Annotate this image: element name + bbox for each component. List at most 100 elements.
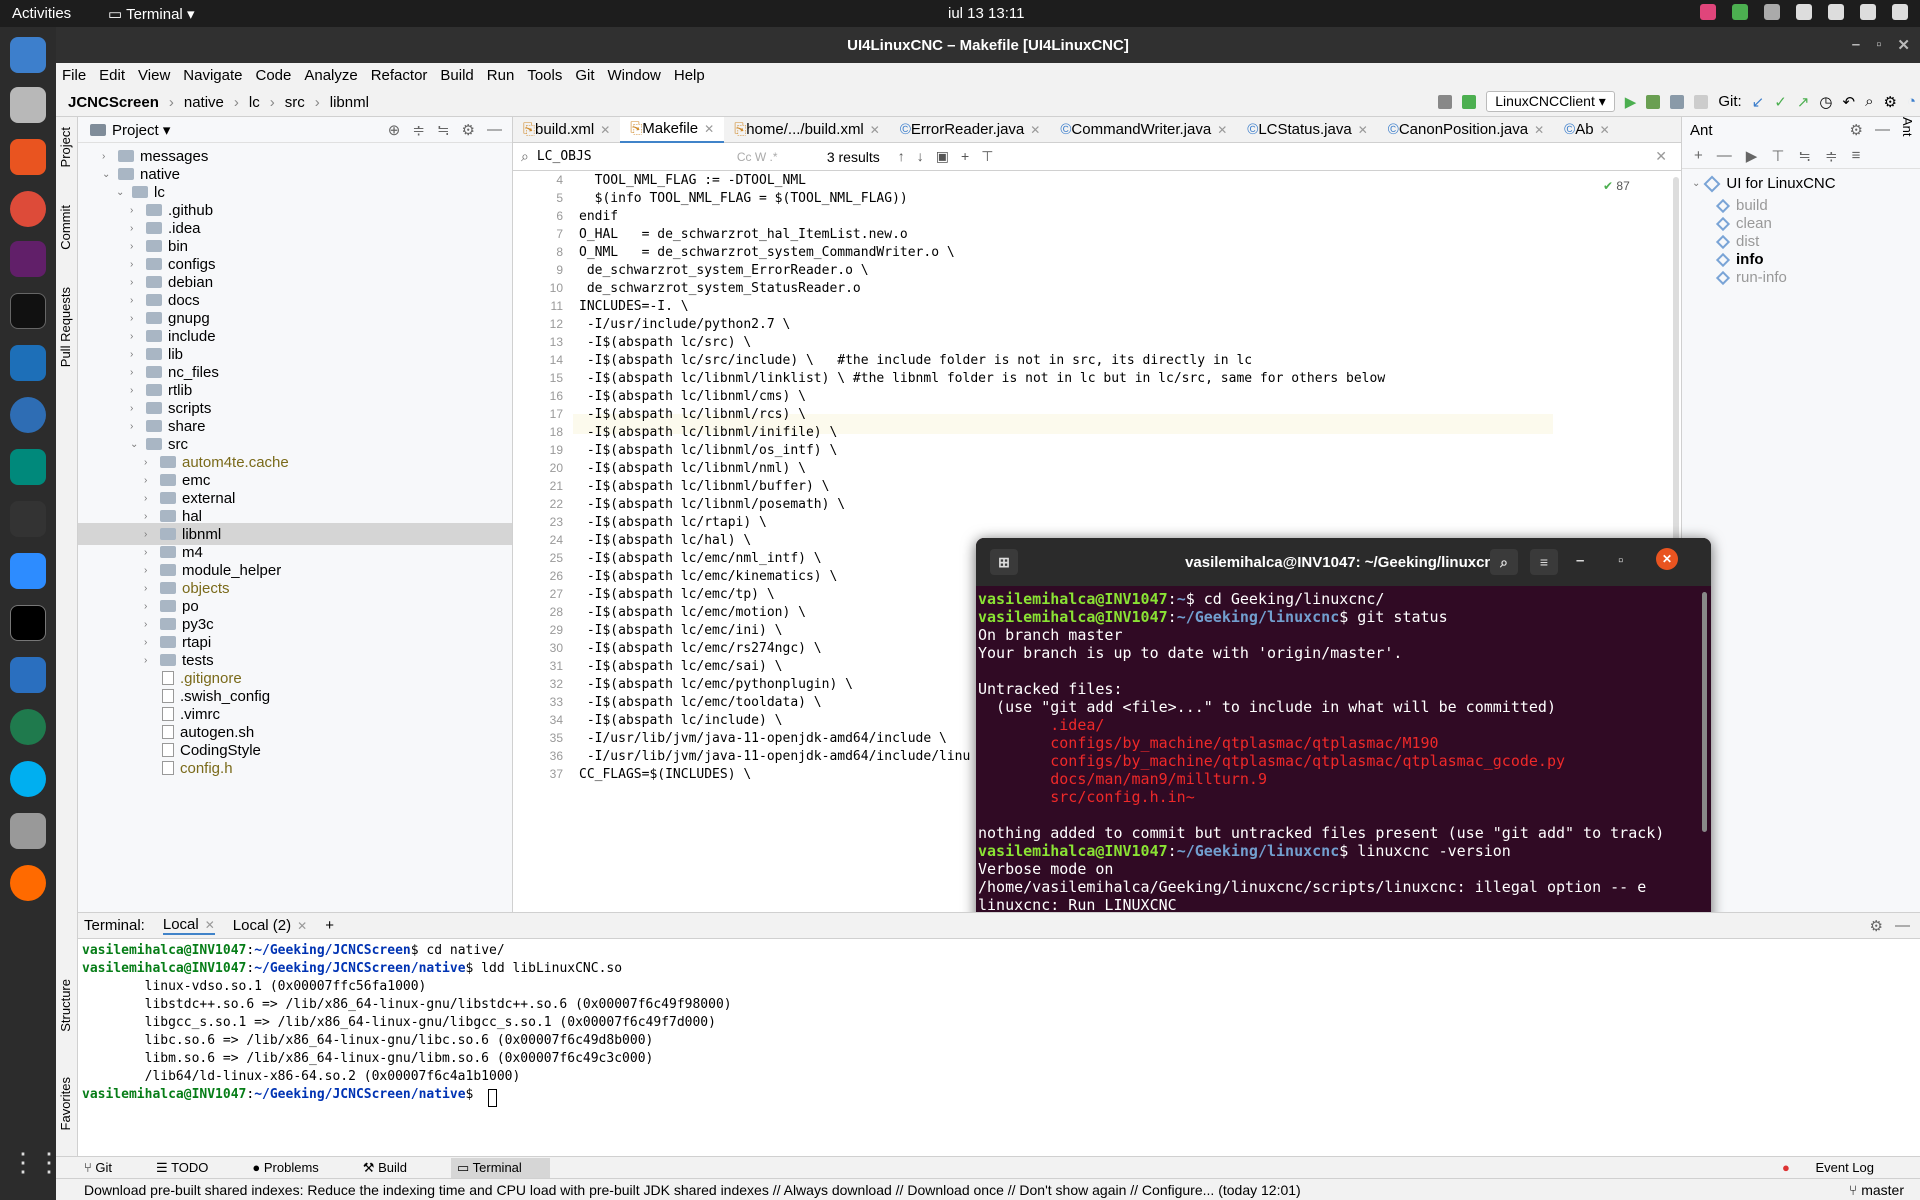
chevron-right-icon[interactable]: › xyxy=(130,313,142,324)
build-hammer-icon[interactable] xyxy=(1462,94,1477,109)
close-search-icon[interactable]: ✕ xyxy=(1655,148,1667,165)
remote-icon[interactable] xyxy=(10,397,46,433)
close-tab-icon[interactable]: ✕ xyxy=(1358,123,1368,137)
chevron-right-icon[interactable]: › xyxy=(130,277,142,288)
ant-target[interactable]: info xyxy=(1715,251,1764,268)
terminal-tab[interactable]: Local ✕ xyxy=(162,916,215,935)
stop-icon[interactable] xyxy=(1694,94,1709,109)
collapse-all-icon[interactable]: ≑ xyxy=(1825,147,1838,165)
close-tab-icon[interactable]: ✕ xyxy=(205,918,215,932)
tray-app-icon[interactable] xyxy=(1764,4,1780,20)
power-icon[interactable] xyxy=(1892,4,1908,20)
chevron-down-icon[interactable]: ⌄ xyxy=(102,169,114,180)
remove-icon[interactable]: — xyxy=(1717,147,1732,164)
close-tab-icon[interactable]: ✕ xyxy=(870,123,880,137)
chevron-right-icon[interactable]: › xyxy=(144,547,156,558)
locate-icon[interactable]: ⊕ xyxy=(388,121,401,139)
ant-target[interactable]: build xyxy=(1715,197,1768,214)
run-icon[interactable]: ▶ xyxy=(1746,147,1758,165)
git-tool-button[interactable]: ⑂ Git xyxy=(84,1160,134,1175)
chevron-right-icon[interactable]: › xyxy=(144,601,156,612)
text-editor-icon[interactable] xyxy=(10,657,46,693)
menu-help[interactable]: Help xyxy=(674,67,705,84)
chevron-right-icon[interactable]: › xyxy=(130,241,142,252)
build-tool-button[interactable]: ⚒ Build xyxy=(363,1160,429,1176)
expand-all-icon[interactable]: ≒ xyxy=(1798,147,1811,165)
minimize-button[interactable]: – xyxy=(1576,552,1584,569)
search-options[interactable]: Cc W .* xyxy=(737,150,827,164)
git-commit-icon[interactable]: ✓ xyxy=(1774,93,1787,111)
todo-tool-button[interactable]: ☰ TODO xyxy=(156,1160,230,1176)
git-update-icon[interactable]: ↙ xyxy=(1752,93,1765,111)
chevron-right-icon[interactable]: › xyxy=(144,511,156,522)
project-view-select[interactable]: Project ▾ xyxy=(112,121,170,139)
maximize-button[interactable]: ▫ xyxy=(1618,552,1623,569)
hide-icon[interactable]: — xyxy=(487,121,502,139)
editor-tab[interactable]: © Ab ✕ xyxy=(1554,117,1619,143)
add-occurrence-icon[interactable]: + xyxy=(961,148,969,165)
ant-side-tab[interactable]: Ant xyxy=(1900,117,1915,137)
editor-tab[interactable]: ⎘ home/.../build.xml ✕ xyxy=(724,117,890,143)
menu-run[interactable]: Run xyxy=(487,67,515,84)
gear-icon[interactable]: ⚙ xyxy=(1850,121,1863,139)
show-apps-icon[interactable]: ⋮⋮ xyxy=(10,1147,62,1183)
app-icon[interactable] xyxy=(10,813,46,849)
filter-icon[interactable]: ⊤ xyxy=(1771,147,1784,165)
activities-button[interactable]: Activities xyxy=(12,5,71,22)
app-menu-terminal[interactable]: ▭ Terminal ▾ xyxy=(108,5,194,23)
tray-app-icon[interactable] xyxy=(1700,4,1716,20)
project-tool-tab[interactable]: Project xyxy=(58,127,73,167)
search-input[interactable]: LC_OBJS xyxy=(537,149,737,164)
slack-icon[interactable] xyxy=(10,241,46,277)
close-tab-icon[interactable]: ✕ xyxy=(297,919,307,933)
menu-code[interactable]: Code xyxy=(255,67,291,84)
terminal-tab[interactable]: Local (2) ✕ xyxy=(233,917,307,934)
editor-tab[interactable]: ⎘ build.xml ✕ xyxy=(513,117,620,143)
close-button[interactable]: ✕ xyxy=(1897,36,1910,54)
terminal-icon[interactable] xyxy=(10,293,46,329)
hamburger-menu-icon[interactable]: ≡ xyxy=(1530,549,1558,575)
chevron-right-icon[interactable]: › xyxy=(144,583,156,594)
chevron-right-icon[interactable]: › xyxy=(130,385,142,396)
history-icon[interactable]: ◷ xyxy=(1819,93,1832,111)
menu-tools[interactable]: Tools xyxy=(527,67,562,84)
chevron-right-icon[interactable]: › xyxy=(130,403,142,414)
files-icon[interactable] xyxy=(10,87,46,123)
editor-tab[interactable]: © CanonPosition.java ✕ xyxy=(1378,117,1554,143)
close-button[interactable]: ✕ xyxy=(1656,548,1678,570)
chevron-right-icon[interactable]: › xyxy=(130,259,142,270)
close-tab-icon[interactable]: ✕ xyxy=(600,123,610,137)
debug-icon[interactable] xyxy=(1646,94,1661,109)
tree-item[interactable]: config.h xyxy=(78,757,512,779)
chevron-right-icon[interactable]: › xyxy=(144,655,156,666)
menu-navigate[interactable]: Navigate xyxy=(183,67,242,84)
search-icon[interactable]: ⌕ xyxy=(1865,93,1873,110)
editor-tab[interactable]: ⎘ Makefile ✕ xyxy=(620,116,725,143)
breadcrumb-item[interactable]: libnml xyxy=(330,94,369,111)
chevron-down-icon[interactable]: ⌄ xyxy=(130,439,142,450)
user-icon[interactable] xyxy=(1438,94,1453,109)
gear-icon[interactable]: ⚙ xyxy=(462,121,475,139)
chevron-right-icon[interactable]: › xyxy=(144,493,156,504)
volume-icon[interactable] xyxy=(1828,4,1844,20)
ant-target[interactable]: clean xyxy=(1715,215,1772,232)
rollback-icon[interactable]: ↶ xyxy=(1843,93,1856,111)
new-terminal-tab-button[interactable]: + xyxy=(325,917,334,934)
monitor-icon[interactable] xyxy=(10,501,46,537)
expand-all-icon[interactable]: ≒ xyxy=(437,121,450,139)
terminal-output[interactable]: vasilemihalca@INV1047:~/Geeking/JCNCScre… xyxy=(78,939,1920,1157)
ant-target[interactable]: run-info xyxy=(1715,269,1787,286)
git-branch-widget[interactable]: ⑂ master xyxy=(1849,1182,1904,1198)
search-icon[interactable]: ⌕ xyxy=(1490,549,1518,575)
wifi-icon[interactable] xyxy=(1796,4,1812,20)
chevron-right-icon[interactable]: › xyxy=(144,565,156,576)
settings-icon[interactable]: ⚙ xyxy=(1883,93,1896,111)
breadcrumb-item[interactable]: src xyxy=(285,94,305,111)
chevron-down-icon[interactable]: ⌄ xyxy=(116,187,128,198)
menu-analyze[interactable]: Analyze xyxy=(304,67,357,84)
menu-window[interactable]: Window xyxy=(608,67,661,84)
status-message[interactable]: Download pre-built shared indexes: Reduc… xyxy=(84,1182,1464,1198)
chevron-right-icon[interactable]: › xyxy=(130,367,142,378)
editor-tab[interactable]: © LCStatus.java ✕ xyxy=(1237,117,1378,143)
chevron-right-icon[interactable]: › xyxy=(130,331,142,342)
